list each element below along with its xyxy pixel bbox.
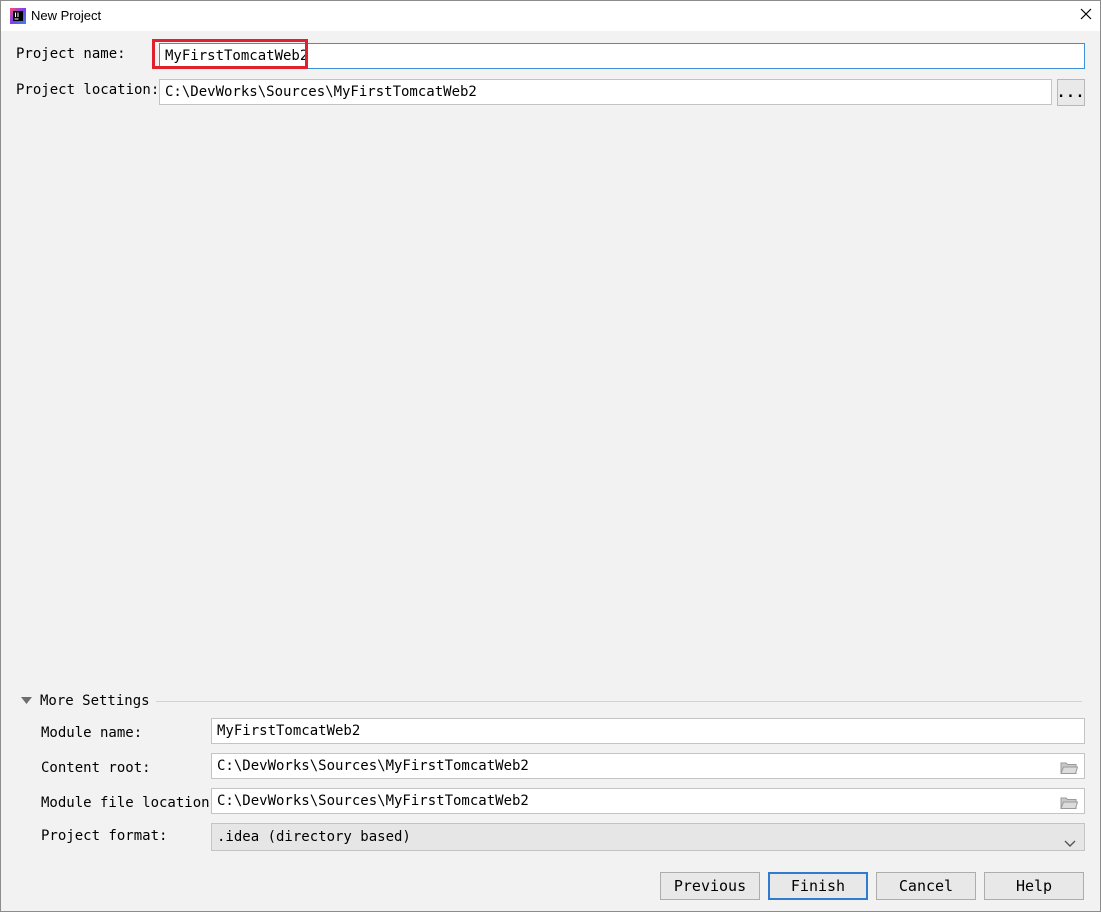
folder-icon[interactable] [1060,794,1079,809]
help-button[interactable]: Help [984,872,1084,900]
triangle-down-icon [21,693,32,709]
close-button[interactable] [1072,1,1100,31]
browse-location-button[interactable]: ... [1057,79,1085,106]
intellij-idea-icon [10,8,26,24]
project-location-label: Project location: [16,82,160,98]
project-name-label: Project name: [16,46,126,62]
module-name-label: Module name: [41,725,143,741]
chevron-down-icon [1064,832,1076,847]
content-root-input[interactable]: C:\DevWorks\Sources\MyFirstTomcatWeb2 [211,753,1085,779]
project-name-input[interactable]: MyFirstTomcatWeb2 [159,43,1085,69]
project-format-select[interactable]: .idea (directory based) [211,823,1085,851]
content-root-label: Content root: [41,760,151,776]
module-name-input[interactable]: MyFirstTomcatWeb2 [211,718,1085,744]
close-icon [1080,8,1092,24]
more-settings-toggle[interactable]: More Settings [21,693,150,709]
section-divider [156,701,1082,702]
content-root-value: C:\DevWorks\Sources\MyFirstTomcatWeb2 [217,758,529,774]
window-title: New Project [31,8,102,23]
folder-icon[interactable] [1060,759,1079,774]
finish-button[interactable]: Finish [768,872,868,900]
new-project-dialog: New Project Project name: MyFirstTomcatW… [0,0,1101,912]
module-file-location-value: C:\DevWorks\Sources\MyFirstTomcatWeb2 [217,793,529,809]
more-settings-title: More Settings [40,693,150,709]
module-file-location-input[interactable]: C:\DevWorks\Sources\MyFirstTomcatWeb2 [211,788,1085,814]
project-format-value: .idea (directory based) [217,829,411,845]
title-bar: New Project [1,1,1100,31]
project-format-label: Project format: [41,828,168,844]
module-file-location-label: Module file location: [41,795,219,811]
cancel-button[interactable]: Cancel [876,872,976,900]
previous-button[interactable]: Previous [660,872,760,900]
project-location-input[interactable]: C:\DevWorks\Sources\MyFirstTomcatWeb2 [159,79,1052,105]
